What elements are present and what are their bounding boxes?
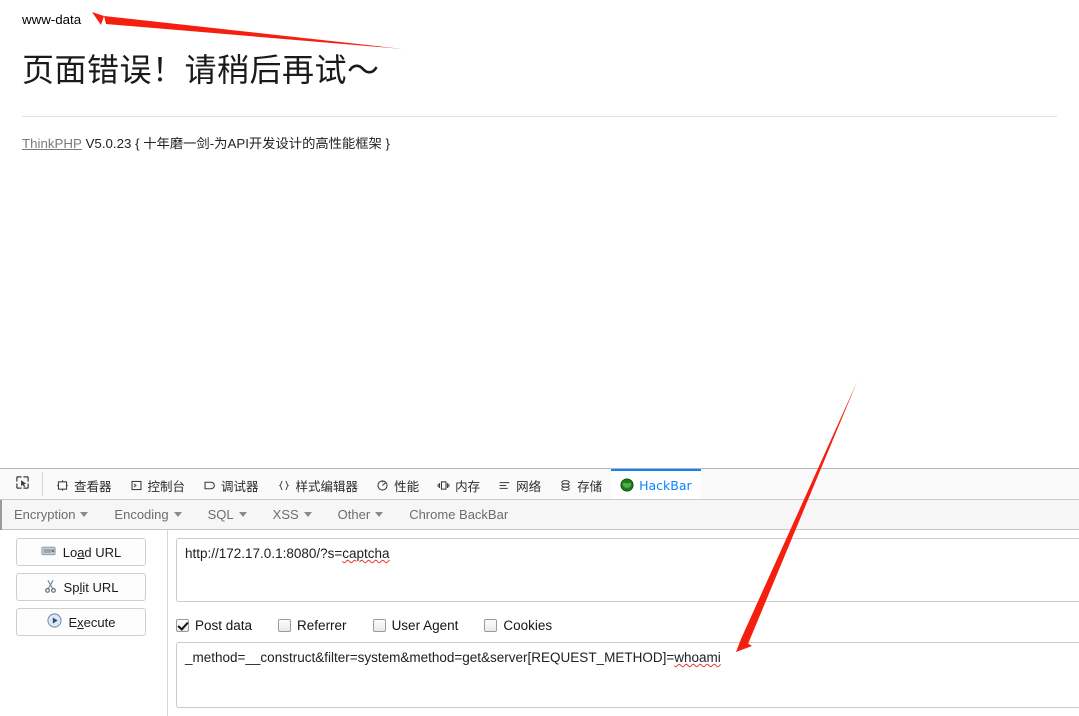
inspector-icon [56, 479, 69, 492]
url-input-prefix: http://172.17.0.1:8080/?s= [185, 546, 343, 561]
devtools-tab-network[interactable]: 网络 [489, 469, 550, 499]
hackbar-menu-encryption[interactable]: Encryption [14, 507, 89, 522]
devtools-tab-performance-label: 性能 [394, 478, 420, 494]
hackbar-menu-encoding[interactable]: Encoding [114, 507, 182, 522]
checkbox-user-agent-box[interactable] [372, 619, 386, 632]
devtools-tab-memory-label: 内存 [455, 478, 481, 494]
chevron-down-icon [173, 512, 182, 517]
split-url-scissors-icon [44, 579, 57, 596]
console-icon [130, 479, 143, 492]
hackbar-menu-other[interactable]: Other [338, 507, 384, 522]
url-input-misspelled: captcha [342, 546, 390, 561]
style-editor-icon [277, 479, 291, 492]
framework-version: V5.0.23 [85, 136, 132, 151]
checkbox-post-data[interactable]: Post data [176, 618, 252, 633]
performance-icon [376, 479, 389, 492]
split-url-button-label: Split URL [63, 579, 119, 595]
checkbox-referrer-box[interactable] [278, 619, 292, 632]
checkbox-user-agent-label: User Agent [391, 618, 459, 633]
hackbar-menubar: Encryption Encoding SQL XSS Other Chrome… [0, 500, 1079, 530]
hackbar-fields: http://172.17.0.1:8080/?s=captcha Post d… [168, 530, 1079, 716]
checkbox-cookies-box[interactable] [484, 619, 498, 632]
devtools-tab-debugger-label: 调试器 [221, 478, 259, 494]
chevron-down-icon [238, 512, 247, 517]
split-url-button[interactable]: Split URL [16, 573, 146, 601]
devtools-tab-style-editor-label: 样式编辑器 [295, 478, 359, 494]
element-picker-icon [15, 475, 30, 493]
debugger-icon [203, 479, 216, 492]
checkbox-cookies[interactable]: Cookies [484, 618, 552, 633]
command-output-text: www-data [22, 12, 82, 27]
devtools-tab-hackbar[interactable]: HackBar [611, 469, 701, 499]
network-icon [498, 479, 511, 492]
hackbar-body: Load URL Split URL Execute http://172.17… [0, 530, 1079, 716]
page-divider [22, 116, 1057, 117]
devtools-tab-debugger[interactable]: 调试器 [194, 469, 268, 499]
devtools-tab-storage[interactable]: 存储 [550, 469, 611, 499]
hackbar-menu-sql-label: SQL [207, 507, 234, 522]
devtools-tab-network-label: 网络 [516, 478, 542, 494]
chevron-down-icon [375, 512, 384, 517]
hackbar-action-buttons: Load URL Split URL Execute [0, 530, 168, 716]
checkbox-user-agent[interactable]: User Agent [372, 618, 459, 633]
load-url-icon [41, 544, 56, 560]
hackbar-menu-xss-label: XSS [272, 507, 299, 522]
devtools-tab-hackbar-label: HackBar [639, 477, 692, 493]
hackbar-menu-chrome-backbar-label: Chrome BackBar [409, 507, 509, 522]
page-error-heading: 页面错误！请稍后再试～ [22, 51, 380, 89]
devtools-tab-storage-label: 存储 [577, 478, 603, 494]
execute-play-icon [46, 613, 62, 631]
devtools-tab-performance[interactable]: 性能 [367, 469, 428, 499]
hackbar-options-row: Post data Referrer User Agent Cookies [176, 618, 578, 633]
checkbox-referrer[interactable]: Referrer [278, 618, 347, 633]
hackbar-menu-chrome-backbar[interactable]: Chrome BackBar [409, 507, 508, 522]
checkbox-cookies-label: Cookies [503, 618, 553, 633]
execute-button[interactable]: Execute [16, 608, 146, 636]
devtools-tab-inspector-label: 查看器 [74, 478, 112, 494]
checkbox-post-data-box[interactable] [176, 619, 189, 632]
devtools-tab-inspector[interactable]: 查看器 [47, 469, 121, 499]
devtools-tab-console[interactable]: 控制台 [121, 469, 195, 499]
devtools-tab-memory[interactable]: 内存 [428, 469, 489, 499]
execute-button-label: Execute [68, 614, 116, 630]
browser-page-content: www-data 页面错误！请稍后再试～ ThinkPHP V5.0.23 { … [0, 0, 1079, 468]
hackbar-menu-xss[interactable]: XSS [273, 507, 312, 522]
hackbar-globe-icon [620, 478, 634, 492]
devtools-panel: 查看器 控制台 调试器 样式编辑器 性能 内存 网络 存储 HackBar En… [0, 468, 1079, 716]
hackbar-menu-encoding-label: Encoding [114, 507, 169, 522]
devtools-tabbar: 查看器 控制台 调试器 样式编辑器 性能 内存 网络 存储 HackBar [0, 469, 1079, 500]
page-inner: www-data 页面错误！请稍后再试～ ThinkPHP V5.0.23 { … [0, 0, 1079, 153]
post-data-input[interactable]: _method=__construct&filter=system&method… [176, 642, 1079, 708]
url-input[interactable]: http://172.17.0.1:8080/?s=captcha [176, 538, 1079, 602]
memory-icon [437, 479, 450, 492]
post-data-misspelled: whoami [674, 650, 721, 665]
framework-info-line: ThinkPHP V5.0.23 { 十年磨一剑-为API开发设计的高性能框架 … [22, 135, 1057, 153]
devtools-tab-console-label: 控制台 [147, 478, 186, 494]
devtools-tab-style-editor[interactable]: 样式编辑器 [268, 469, 368, 499]
framework-slogan: { 十年磨一剑-为API开发设计的高性能框架 } [135, 136, 390, 151]
chevron-down-icon [80, 512, 89, 517]
checkbox-referrer-label: Referrer [297, 618, 347, 633]
chevron-down-icon [303, 512, 312, 517]
post-data-prefix: _method=__construct&filter=system&method… [185, 650, 675, 665]
thinkphp-link[interactable]: ThinkPHP [22, 136, 82, 151]
storage-icon [559, 479, 572, 492]
load-url-button-label: Load URL [62, 544, 122, 560]
checkbox-post-data-label: Post data [195, 618, 253, 633]
hackbar-menu-encryption-label: Encryption [14, 507, 76, 522]
element-picker-button[interactable] [8, 472, 43, 496]
load-url-button[interactable]: Load URL [16, 538, 146, 566]
hackbar-menu-sql[interactable]: SQL [208, 507, 247, 522]
hackbar-menu-other-label: Other [337, 507, 371, 522]
